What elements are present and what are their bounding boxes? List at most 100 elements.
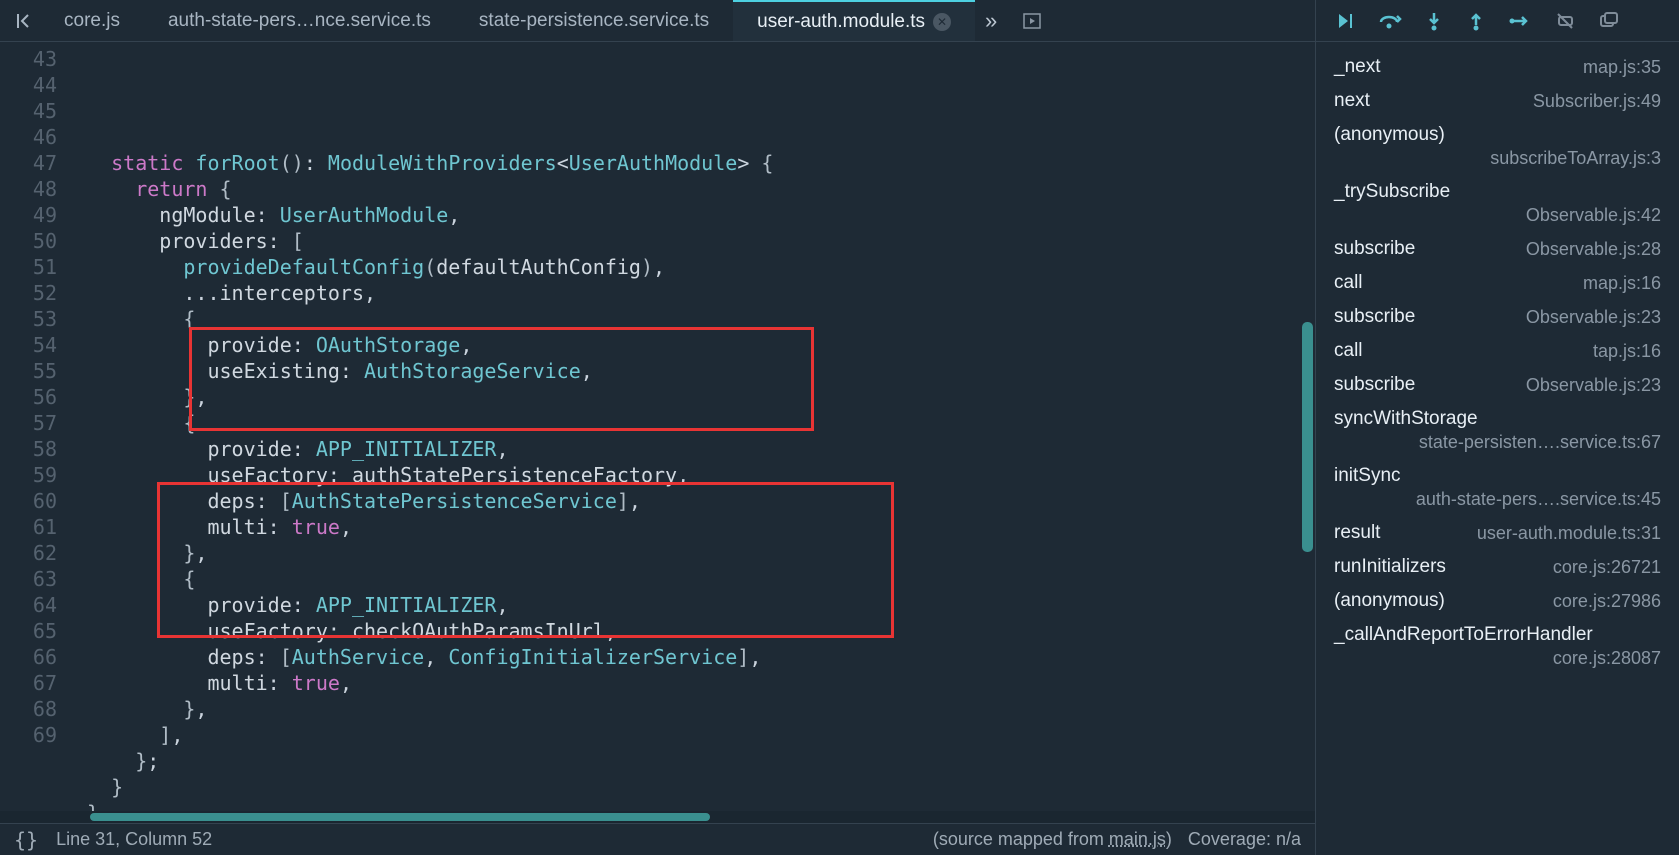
line-number[interactable]: 43 <box>0 46 57 72</box>
line-number[interactable]: 59 <box>0 462 57 488</box>
code-line[interactable]: useFactory: checkOAuthParamsInUrl, <box>75 618 1315 644</box>
stack-frame[interactable]: _nextmap.js:35 <box>1316 50 1679 84</box>
stack-frame[interactable]: (anonymous)subscribeToArray.js:3 <box>1316 118 1679 175</box>
navigate-back-icon[interactable] <box>10 11 40 31</box>
settings-overflow-icon[interactable] <box>1598 10 1620 32</box>
code-line[interactable]: useFactory: authStatePersistenceFactory, <box>75 462 1315 488</box>
code-line[interactable]: useExisting: AuthStorageService, <box>75 358 1315 384</box>
stack-frame[interactable]: nextSubscriber.js:49 <box>1316 84 1679 118</box>
code-line[interactable]: } <box>75 774 1315 800</box>
step-into-icon[interactable] <box>1424 10 1444 32</box>
file-tab-3[interactable]: user-auth.module.ts✕ <box>733 0 975 42</box>
line-number[interactable]: 58 <box>0 436 57 462</box>
stack-frame[interactable]: resultuser-auth.module.ts:31 <box>1316 516 1679 550</box>
code-line[interactable]: deps: [AuthService, ConfigInitializerSer… <box>75 644 1315 670</box>
code-content[interactable]: static forRoot(): ModuleWithProviders<Us… <box>75 42 1315 811</box>
pretty-print-icon[interactable]: {} <box>14 828 38 852</box>
code-line[interactable]: { <box>75 410 1315 436</box>
line-number[interactable]: 45 <box>0 98 57 124</box>
code-line[interactable]: }, <box>75 540 1315 566</box>
stack-frame-location[interactable]: state-persisten….service.ts:67 <box>1419 432 1661 453</box>
code-line[interactable]: }, <box>75 696 1315 722</box>
run-snippet-icon[interactable] <box>1017 11 1047 31</box>
stack-frame-location[interactable]: Observable.js:23 <box>1526 307 1661 328</box>
stack-frame-location[interactable]: Observable.js:28 <box>1526 239 1661 260</box>
code-line[interactable]: deps: [AuthStatePersistenceService], <box>75 488 1315 514</box>
stack-frame-location[interactable]: core.js:26721 <box>1553 557 1661 578</box>
deactivate-breakpoints-icon[interactable] <box>1554 10 1576 32</box>
step-icon[interactable] <box>1508 10 1532 32</box>
code-line[interactable]: return { <box>75 176 1315 202</box>
code-line[interactable]: provide: APP_INITIALIZER, <box>75 436 1315 462</box>
line-number[interactable]: 46 <box>0 124 57 150</box>
code-line[interactable]: }; <box>75 748 1315 774</box>
step-over-icon[interactable] <box>1378 10 1402 32</box>
stack-frame[interactable]: (anonymous)core.js:27986 <box>1316 584 1679 618</box>
line-number[interactable]: 60 <box>0 488 57 514</box>
stack-frame-location[interactable]: Observable.js:42 <box>1526 205 1661 226</box>
stack-frame[interactable]: subscribeObservable.js:23 <box>1316 368 1679 402</box>
vertical-scrollbar[interactable] <box>1302 322 1313 552</box>
code-line[interactable]: { <box>75 566 1315 592</box>
stack-frame-location[interactable]: user-auth.module.ts:31 <box>1477 523 1661 544</box>
code-line[interactable]: } <box>75 800 1315 811</box>
source-map-file[interactable]: main.js <box>1109 829 1166 849</box>
stack-frame-location[interactable]: map.js:16 <box>1583 273 1661 294</box>
line-number[interactable]: 56 <box>0 384 57 410</box>
line-number[interactable]: 53 <box>0 306 57 332</box>
file-tab-1[interactable]: auth-state-pers…nce.service.ts <box>144 0 455 42</box>
line-number[interactable]: 65 <box>0 618 57 644</box>
stack-frame[interactable]: calltap.js:16 <box>1316 334 1679 368</box>
line-number[interactable]: 49 <box>0 202 57 228</box>
line-number[interactable]: 50 <box>0 228 57 254</box>
line-number[interactable]: 66 <box>0 644 57 670</box>
code-line[interactable]: }, <box>75 384 1315 410</box>
stack-frame[interactable]: callmap.js:16 <box>1316 266 1679 300</box>
code-line[interactable]: { <box>75 306 1315 332</box>
scrollbar-thumb[interactable] <box>90 813 710 821</box>
call-stack-list[interactable]: _nextmap.js:35nextSubscriber.js:49(anony… <box>1316 42 1679 855</box>
stack-frame[interactable]: runInitializerscore.js:26721 <box>1316 550 1679 584</box>
stack-frame-location[interactable]: Subscriber.js:49 <box>1533 91 1661 112</box>
stack-frame-location[interactable]: tap.js:16 <box>1593 341 1661 362</box>
stack-frame-location[interactable]: core.js:27986 <box>1553 591 1661 612</box>
line-number[interactable]: 69 <box>0 722 57 748</box>
stack-frame[interactable]: syncWithStoragestate-persisten….service.… <box>1316 402 1679 459</box>
line-number[interactable]: 61 <box>0 514 57 540</box>
file-tab-2[interactable]: state-persistence.service.ts <box>455 0 733 42</box>
step-out-icon[interactable] <box>1466 10 1486 32</box>
stack-frame[interactable]: subscribeObservable.js:23 <box>1316 300 1679 334</box>
close-icon[interactable]: ✕ <box>933 13 951 31</box>
line-number[interactable]: 63 <box>0 566 57 592</box>
stack-frame-location[interactable]: auth-state-pers….service.ts:45 <box>1416 489 1661 510</box>
line-number[interactable]: 64 <box>0 592 57 618</box>
line-number[interactable]: 62 <box>0 540 57 566</box>
line-number[interactable]: 55 <box>0 358 57 384</box>
stack-frame[interactable]: subscribeObservable.js:28 <box>1316 232 1679 266</box>
line-number[interactable]: 68 <box>0 696 57 722</box>
file-tab-0[interactable]: core.js <box>40 0 144 42</box>
stack-frame[interactable]: _trySubscribeObservable.js:42 <box>1316 175 1679 232</box>
line-number[interactable]: 67 <box>0 670 57 696</box>
line-number[interactable]: 44 <box>0 72 57 98</box>
code-line[interactable]: multi: true, <box>75 514 1315 540</box>
line-number[interactable]: 48 <box>0 176 57 202</box>
more-tabs-icon[interactable]: » <box>975 8 1007 34</box>
code-line[interactable]: static forRoot(): ModuleWithProviders<Us… <box>75 150 1315 176</box>
stack-frame[interactable]: initSyncauth-state-pers….service.ts:45 <box>1316 459 1679 516</box>
horizontal-scrollbar[interactable] <box>0 811 1315 823</box>
stack-frame-location[interactable]: map.js:35 <box>1583 57 1661 78</box>
code-line[interactable]: ], <box>75 722 1315 748</box>
stack-frame-location[interactable]: subscribeToArray.js:3 <box>1490 148 1661 169</box>
resume-icon[interactable] <box>1334 10 1356 32</box>
code-line[interactable]: provide: OAuthStorage, <box>75 332 1315 358</box>
code-line[interactable]: multi: true, <box>75 670 1315 696</box>
code-line[interactable]: provide: APP_INITIALIZER, <box>75 592 1315 618</box>
stack-frame-location[interactable]: core.js:28087 <box>1553 648 1661 669</box>
stack-frame-location[interactable]: Observable.js:23 <box>1526 375 1661 396</box>
code-line[interactable]: providers: [ <box>75 228 1315 254</box>
line-number[interactable]: 51 <box>0 254 57 280</box>
stack-frame[interactable]: _callAndReportToErrorHandlercore.js:2808… <box>1316 618 1679 675</box>
code-line[interactable]: ...interceptors, <box>75 280 1315 306</box>
line-number[interactable]: 54 <box>0 332 57 358</box>
